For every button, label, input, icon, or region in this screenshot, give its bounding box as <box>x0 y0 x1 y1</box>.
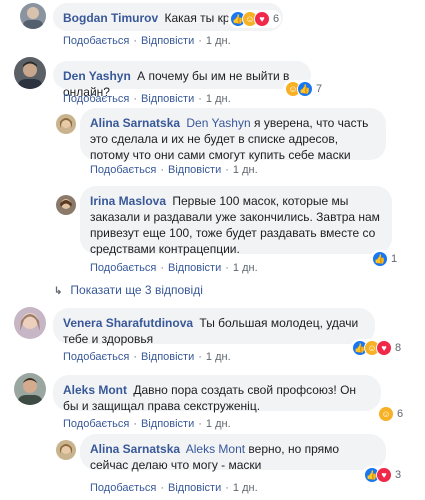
reaction-summary[interactable]: ☺ 6 <box>376 405 406 423</box>
reaction-count: 1 <box>391 253 398 265</box>
reaction-summary[interactable]: 👍 ♥ 3 <box>362 466 404 484</box>
love-reaction-icon: ♥ <box>376 467 392 483</box>
reply-link[interactable]: Відповісти <box>141 418 194 430</box>
reaction-summary[interactable]: 👍 ☺ ♥ 6 <box>228 10 282 28</box>
timestamp[interactable]: 1 дн. <box>233 482 258 494</box>
reaction-summary[interactable]: 👍 ☺ ♥ 8 <box>350 339 404 357</box>
timestamp[interactable]: 1 дн. <box>206 93 231 105</box>
avatar[interactable] <box>20 3 46 29</box>
show-more-replies-button[interactable]: ↳ Показати ще 3 відповіді <box>54 283 203 297</box>
like-link[interactable]: Подобається <box>63 93 129 105</box>
comment-author[interactable]: Bogdan Timurov <box>63 11 158 25</box>
avatar[interactable] <box>14 307 46 339</box>
like-link[interactable]: Подобається <box>90 262 156 274</box>
reply-link[interactable]: Відповісти <box>141 93 194 105</box>
timestamp[interactable]: 1 дн. <box>233 164 258 176</box>
comment-author[interactable]: Den Yashyn <box>63 69 131 83</box>
comment-author[interactable]: Alina Sarnatska <box>90 116 180 130</box>
comment-bubble: Aleks Mont Давно пора создать свой профс… <box>53 375 381 413</box>
mention-link[interactable]: Aleks Mont <box>186 442 245 456</box>
comment-author[interactable]: Venera Sharafutdinova <box>63 316 193 330</box>
mention-link[interactable]: Den Yashyn <box>186 116 250 130</box>
like-link[interactable]: Подобається <box>90 164 156 176</box>
comment-bubble: Alina Sarnatska Den Yashyn я уверена, чт… <box>80 108 386 162</box>
avatar[interactable] <box>56 195 76 215</box>
like-link[interactable]: Подобається <box>90 482 156 494</box>
comment-actions: Подобається · Відповісти · 1 дн. <box>63 93 231 105</box>
reply-link[interactable]: Відповісти <box>168 164 221 176</box>
avatar[interactable] <box>56 440 76 460</box>
comment-bubble: Venera Sharafutdinova Ты большая молодец… <box>53 308 375 346</box>
comment-actions: Подобається · Відповісти · 1 дн. <box>63 351 231 363</box>
timestamp[interactable]: 1 дн. <box>206 351 231 363</box>
timestamp[interactable]: 1 дн. <box>206 418 231 430</box>
comment-actions: Подобається · Відповісти · 1 дн. <box>90 262 258 274</box>
comment-author[interactable]: Alina Sarnatska <box>90 442 180 456</box>
like-reaction-icon: 👍 <box>372 251 388 267</box>
comment-actions: Подобається · Відповісти · 1 дн. <box>63 35 231 47</box>
reaction-summary[interactable]: 👍 1 <box>370 250 400 268</box>
comment-bubble: Den Yashyn А почему бы им не выйти в онл… <box>53 61 311 99</box>
show-more-label: Показати ще 3 відповіді <box>70 283 203 297</box>
reaction-count: 7 <box>316 83 323 95</box>
timestamp[interactable]: 1 дн. <box>233 262 258 274</box>
haha-reaction-icon: ☺ <box>378 406 394 422</box>
like-link[interactable]: Подобається <box>63 351 129 363</box>
comment-author[interactable]: Irina Maslova <box>90 194 166 208</box>
reaction-count: 6 <box>273 13 280 25</box>
like-reaction-icon: 👍 <box>297 81 313 97</box>
comment-bubble: Irina Maslova Первые 100 масок, которые … <box>80 186 392 256</box>
reply-link[interactable]: Відповісти <box>141 351 194 363</box>
reply-arrow-icon: ↳ <box>54 286 63 297</box>
like-link[interactable]: Подобається <box>63 418 129 430</box>
reaction-count: 3 <box>395 469 402 481</box>
avatar[interactable] <box>56 114 76 134</box>
comment-actions: Подобається · Відповісти · 1 дн. <box>63 418 231 430</box>
comment-bubble: Alina Sarnatska Aleks Mont верно, но пря… <box>80 434 386 472</box>
reply-link[interactable]: Відповісти <box>168 482 221 494</box>
reaction-count: 6 <box>397 408 404 420</box>
reaction-summary[interactable]: ☺ 👍 7 <box>283 80 325 98</box>
timestamp[interactable]: 1 дн. <box>206 35 231 47</box>
comment-actions: Подобається · Відповісти · 1 дн. <box>90 482 258 494</box>
comment-author[interactable]: Aleks Mont <box>63 383 127 397</box>
avatar[interactable] <box>14 373 46 405</box>
comment-actions: Подобається · Відповісти · 1 дн. <box>90 164 258 176</box>
love-reaction-icon: ♥ <box>376 340 392 356</box>
reaction-count: 8 <box>395 342 402 354</box>
reply-link[interactable]: Відповісти <box>168 262 221 274</box>
like-link[interactable]: Подобається <box>63 35 129 47</box>
love-reaction-icon: ♥ <box>254 11 270 27</box>
avatar[interactable] <box>14 57 46 89</box>
reply-link[interactable]: Відповісти <box>141 35 194 47</box>
